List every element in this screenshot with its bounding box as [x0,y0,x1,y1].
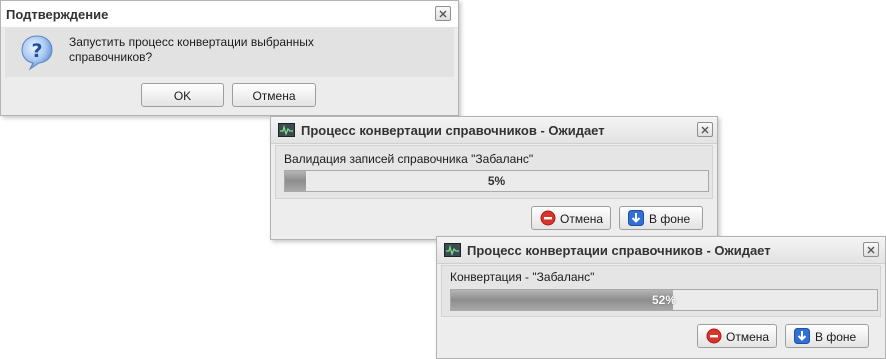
progress-dialog-1-background-label: В фоне [649,212,691,226]
arrow-down-icon [628,210,644,226]
confirm-message-line1: Запустить процесс конвертации выбранных [69,35,314,49]
progress-dialog-1-status: Валидация записей справочника "Забаланс" [284,152,534,166]
progress-dialog-2-status: Конвертация - "Забаланс" [450,270,595,284]
confirm-dialog-title: Подтверждение [6,7,109,22]
progress-dialog-2-cancel-button[interactable]: Отмена [697,324,777,348]
progress-bar-2: 52% [450,289,878,311]
progress-dialog-2-close-button[interactable] [863,242,879,257]
progress-dialog-2-title: Процесс конвертации справочников - Ожида… [467,243,771,258]
progress-dialog-1-title: Процесс конвертации справочников - Ожида… [301,123,605,138]
progress-bar-1-label: 5% [487,174,506,188]
close-icon [867,246,875,254]
progress-dialog-2: Процесс конвертации справочников - Ожида… [436,236,886,359]
progress-dialog-1-background-button[interactable]: В фоне [619,206,703,230]
close-icon [701,126,709,134]
ok-button-label: OK [173,89,192,103]
progress-dialog-2-cancel-label: Отмена [726,330,770,344]
progress-dialog-2-background-button[interactable]: В фоне [785,324,869,348]
progress-bar-1: 5% [284,170,709,192]
progress-dialog-1-titlebar[interactable]: Процесс конвертации справочников - Ожида… [271,117,717,144]
progress-bar-2-label: 52% [651,293,677,307]
progress-dialog-1: Процесс конвертации справочников - Ожида… [270,116,718,240]
close-icon [439,10,447,18]
confirm-message-line2: справочников? [69,50,153,64]
ok-button[interactable]: OK [141,83,224,107]
question-icon: ? [21,35,53,70]
progress-dialog-1-body: Валидация записей справочника "Забаланс"… [275,145,713,199]
confirm-dialog-close-button[interactable] [435,6,451,21]
app-monitor-icon [278,123,295,137]
cancel-button[interactable]: Отмена [232,83,316,107]
stop-icon [706,328,722,344]
confirm-dialog-footer: OK Отмена [1,77,458,115]
progress-dialog-2-body: Конвертация - "Забаланс" 52% [441,265,881,317]
app-monitor-icon [444,243,461,257]
progress-dialog-1-close-button[interactable] [697,122,713,137]
progress-dialog-2-titlebar[interactable]: Процесс конвертации справочников - Ожида… [437,237,885,264]
progress-dialog-1-cancel-label: Отмена [560,212,604,226]
cancel-button-label: Отмена [252,89,296,103]
arrow-down-icon [794,328,810,344]
progress-dialog-1-cancel-button[interactable]: Отмена [531,206,611,230]
progress-dialog-2-background-label: В фоне [815,330,857,344]
confirm-dialog-titlebar[interactable]: Подтверждение [1,1,458,28]
confirm-dialog: Подтверждение ? Запустить процесс конвер… [0,0,459,116]
stop-icon [540,210,556,226]
confirm-dialog-body: ? Запустить процесс конвертации выбранны… [5,28,454,77]
svg-text:?: ? [31,40,42,62]
